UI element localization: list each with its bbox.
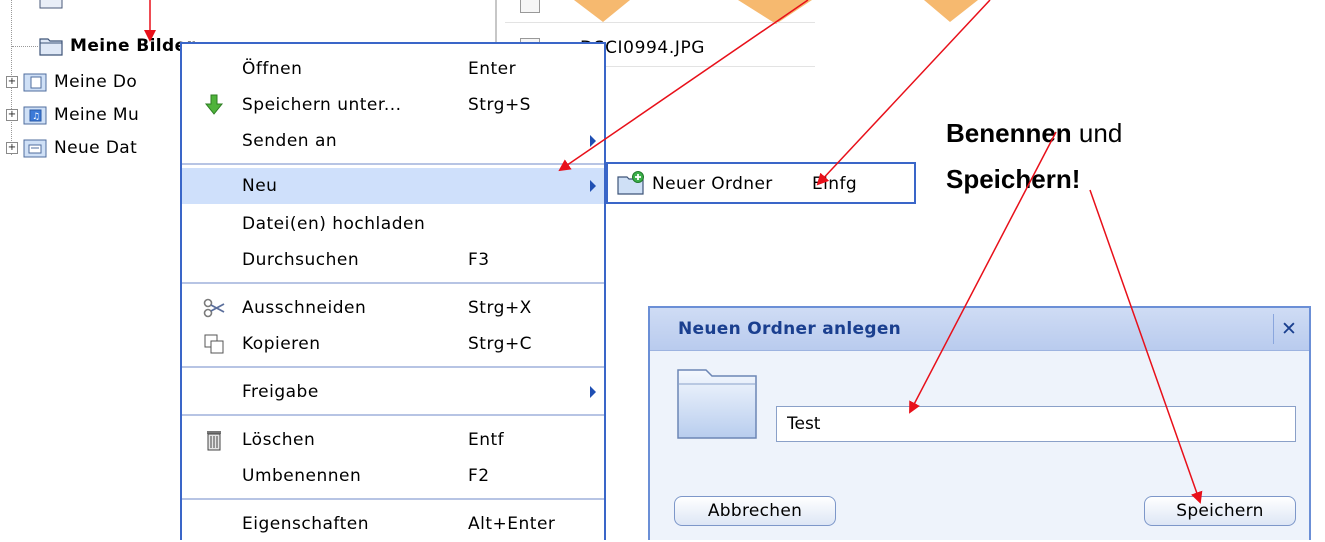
folder-icon (39, 0, 63, 9)
expand-icon[interactable]: + (6, 76, 18, 88)
menu-separator (182, 498, 604, 500)
tree-item-label: Meine Mu (54, 105, 140, 125)
menu-item-shortcut: Strg+X (468, 298, 532, 318)
submenu-arrow-icon (590, 180, 596, 192)
tree-item-label: Meine Bilder (70, 36, 196, 56)
menu-item-shortcut: F3 (468, 250, 490, 270)
menu-item-label: Neu (242, 176, 278, 196)
menu-item-ausschneiden[interactable]: Ausschneiden Strg+X (182, 290, 604, 326)
note-bold-benennen: Benennen (946, 118, 1072, 148)
submenu-arrow-icon (590, 135, 596, 147)
menu-separator (182, 366, 604, 368)
dialog-title: Neuen Ordner anlegen (678, 319, 902, 339)
menu-item-label: Senden an (242, 131, 338, 151)
menu-item-label: Datei(en) hochladen (242, 214, 426, 234)
cancel-button[interactable]: Abbrechen (674, 496, 836, 526)
menu-item-shortcut: F2 (468, 466, 490, 486)
tree-item-meine-dokumente[interactable]: + Meine Do (6, 70, 137, 94)
menu-item-durchsuchen[interactable]: Durchsuchen F3 (182, 242, 604, 278)
instruction-note: Benennen und Speichern! (946, 110, 1122, 202)
menu-item-loeschen[interactable]: Löschen Entf (182, 422, 604, 458)
close-icon[interactable]: ✕ (1273, 314, 1304, 344)
documents-folder-icon (23, 73, 47, 92)
new-folder-icon (23, 139, 47, 158)
scissors-icon (202, 296, 226, 320)
new-submenu: Neuer Ordner Einfg (606, 162, 916, 204)
download-arrow-icon (202, 93, 226, 117)
menu-item-label: Speichern unter... (242, 95, 402, 115)
tree-item-label: Neue Dat (54, 138, 138, 158)
tree-item-meine-bilder[interactable]: Meine Bilder (38, 34, 195, 58)
menu-item-senden-an[interactable]: Senden an (182, 123, 604, 159)
copy-icon (202, 332, 226, 356)
trash-icon (202, 428, 226, 452)
dialog-titlebar[interactable]: Neuen Ordner anlegen ✕ (650, 308, 1309, 351)
tree-item-partial[interactable] (38, 0, 70, 11)
menu-separator (182, 163, 604, 165)
new-folder-plus-icon (617, 171, 644, 195)
note-text-und: und (1071, 118, 1123, 148)
expand-icon[interactable]: + (6, 109, 18, 121)
svg-text:♫: ♫ (32, 112, 40, 122)
menu-item-label: Kopieren (242, 334, 321, 354)
menu-item-shortcut: Alt+Enter (468, 514, 556, 534)
menu-separator (182, 414, 604, 416)
note-bold-speichern: Speichern! (946, 164, 1081, 194)
submenu-arrow-icon (590, 386, 596, 398)
image-file-icon (520, 0, 540, 13)
submenu-item-shortcut: Einfg (812, 174, 858, 194)
menu-item-umbenennen[interactable]: Umbenennen F2 (182, 458, 604, 494)
menu-item-shortcut: Strg+C (468, 334, 533, 354)
expand-icon[interactable]: + (6, 142, 18, 154)
menu-item-shortcut: Strg+S (468, 95, 531, 115)
folder-icon (39, 38, 63, 56)
tree-item-neue-dateien[interactable]: + Neue Dat (6, 136, 137, 160)
save-button[interactable]: Speichern (1144, 496, 1296, 526)
menu-item-kopieren[interactable]: Kopieren Strg+C (182, 326, 604, 362)
menu-item-dateien-hochladen[interactable]: Datei(en) hochladen (182, 206, 604, 242)
new-folder-dialog: Neuen Ordner anlegen ✕ Abbrechen Speiche… (648, 306, 1311, 540)
menu-separator (182, 282, 604, 284)
submenu-item-label: Neuer Ordner (652, 174, 773, 194)
menu-item-speichern-unter[interactable]: Speichern unter... Strg+S (182, 87, 604, 123)
menu-item-eigenschaften[interactable]: Eigenschaften Alt+Enter (182, 506, 604, 542)
context-menu: Öffnen Enter Speichern unter... Strg+S S… (180, 42, 606, 540)
folder-name-input[interactable] (776, 406, 1296, 442)
menu-item-shortcut: Enter (468, 59, 517, 79)
file-row-partial[interactable] (500, 0, 580, 16)
folder-icon (677, 369, 757, 439)
tree-connector (12, 46, 38, 47)
menu-item-label: Durchsuchen (242, 250, 360, 270)
music-folder-icon: ♫ (23, 106, 47, 125)
tree-item-meine-musik[interactable]: + ♫ Meine Mu (6, 103, 139, 127)
submenu-item-neuer-ordner[interactable]: Neuer Ordner Einfg (608, 164, 914, 202)
file-row-separator (505, 22, 815, 23)
menu-item-label: Eigenschaften (242, 514, 369, 534)
menu-item-label: Umbenennen (242, 466, 362, 486)
menu-item-label: Löschen (242, 430, 316, 450)
menu-item-label: Ausschneiden (242, 298, 367, 318)
menu-item-label: Öffnen (242, 59, 303, 79)
menu-item-shortcut: Entf (468, 430, 505, 450)
menu-item-neu[interactable]: Neu (182, 168, 604, 204)
menu-item-oeffnen[interactable]: Öffnen Enter (182, 51, 604, 87)
menu-item-freigabe[interactable]: Freigabe (182, 374, 604, 410)
menu-item-label: Freigabe (242, 382, 319, 402)
tree-item-label: Meine Do (54, 72, 138, 92)
